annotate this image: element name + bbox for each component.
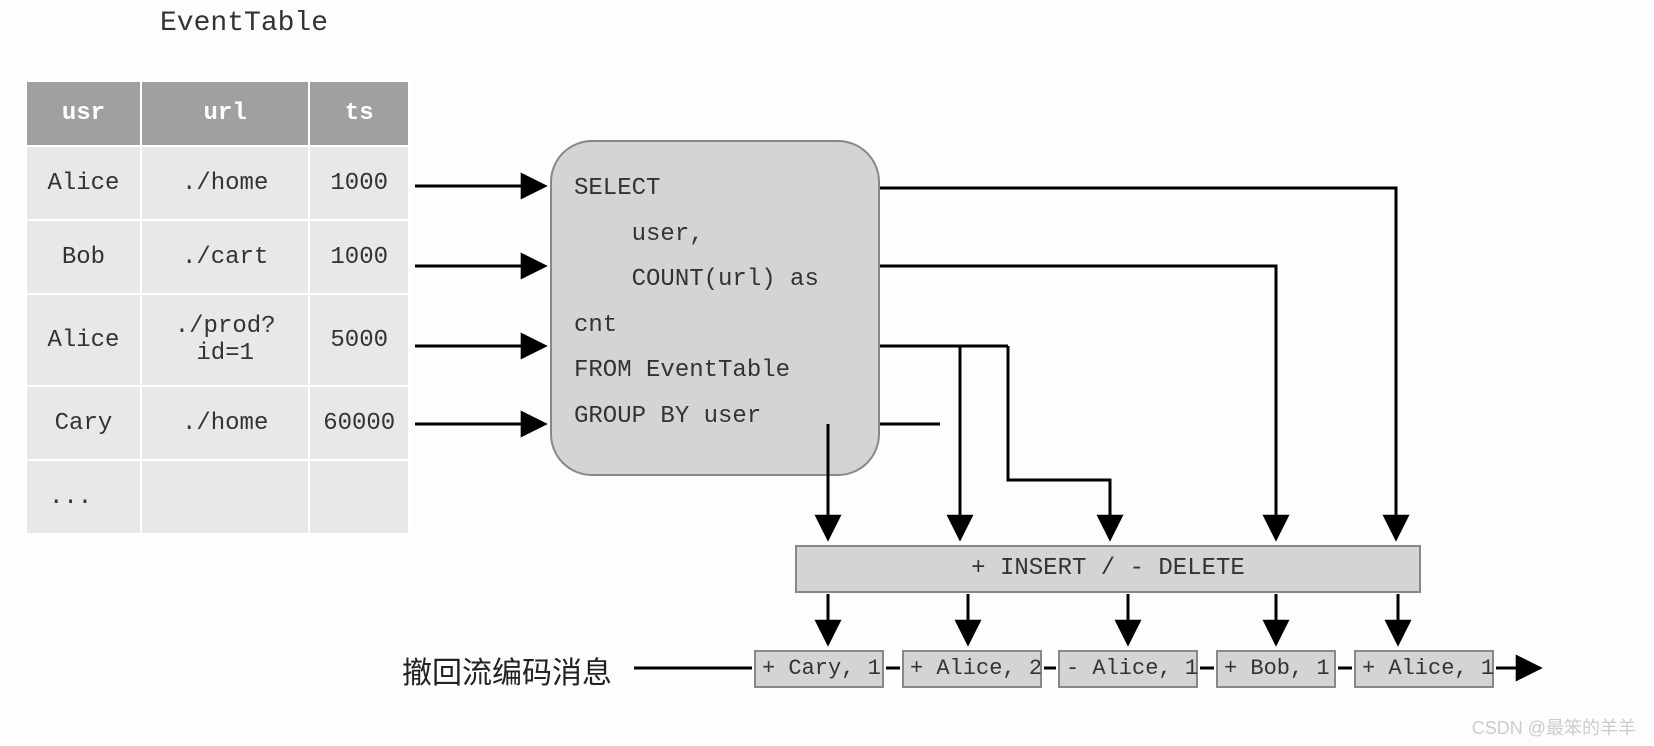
message-box: + Cary, 1 bbox=[754, 650, 884, 688]
insert-delete-label-box: + INSERT / - DELETE bbox=[795, 545, 1421, 593]
table-row: ... bbox=[26, 460, 409, 534]
cell-url: ./home bbox=[141, 386, 310, 460]
retract-stream-label: 撤回流编码消息 bbox=[402, 648, 612, 692]
cell-url: ./home bbox=[141, 146, 310, 220]
cell-ts: 5000 bbox=[309, 294, 409, 386]
cell-usr: Alice bbox=[26, 294, 141, 386]
cell-usr: Cary bbox=[26, 386, 141, 460]
col-header-ts: ts bbox=[309, 81, 409, 146]
cell-url: ./cart bbox=[141, 220, 310, 294]
event-table-title: EventTable bbox=[160, 8, 328, 39]
message-box: - Alice, 1 bbox=[1058, 650, 1198, 688]
cell-ts bbox=[309, 460, 409, 534]
table-row: Alice ./prod?id=1 5000 bbox=[26, 294, 409, 386]
cell-ts: 60000 bbox=[309, 386, 409, 460]
sql-query-box: SELECT user, COUNT(url) as cnt FROM Even… bbox=[550, 140, 880, 476]
message-box: + Alice, 1 bbox=[1354, 650, 1494, 688]
cell-url: ./prod?id=1 bbox=[141, 294, 310, 386]
message-box: + Bob, 1 bbox=[1216, 650, 1336, 688]
cell-usr: ... bbox=[26, 460, 141, 534]
event-table: usr url ts Alice ./home 1000 Bob ./cart … bbox=[25, 80, 410, 535]
cell-url bbox=[141, 460, 310, 534]
message-box: + Alice, 2 bbox=[902, 650, 1042, 688]
cell-usr: Bob bbox=[26, 220, 141, 294]
watermark: CSDN @最笨的羊羊 bbox=[1472, 714, 1636, 740]
table-row: Bob ./cart 1000 bbox=[26, 220, 409, 294]
cell-ts: 1000 bbox=[309, 146, 409, 220]
col-header-url: url bbox=[141, 81, 310, 146]
table-row: Alice ./home 1000 bbox=[26, 146, 409, 220]
col-header-usr: usr bbox=[26, 81, 141, 146]
table-row: Cary ./home 60000 bbox=[26, 386, 409, 460]
cell-ts: 1000 bbox=[309, 220, 409, 294]
cell-usr: Alice bbox=[26, 146, 141, 220]
